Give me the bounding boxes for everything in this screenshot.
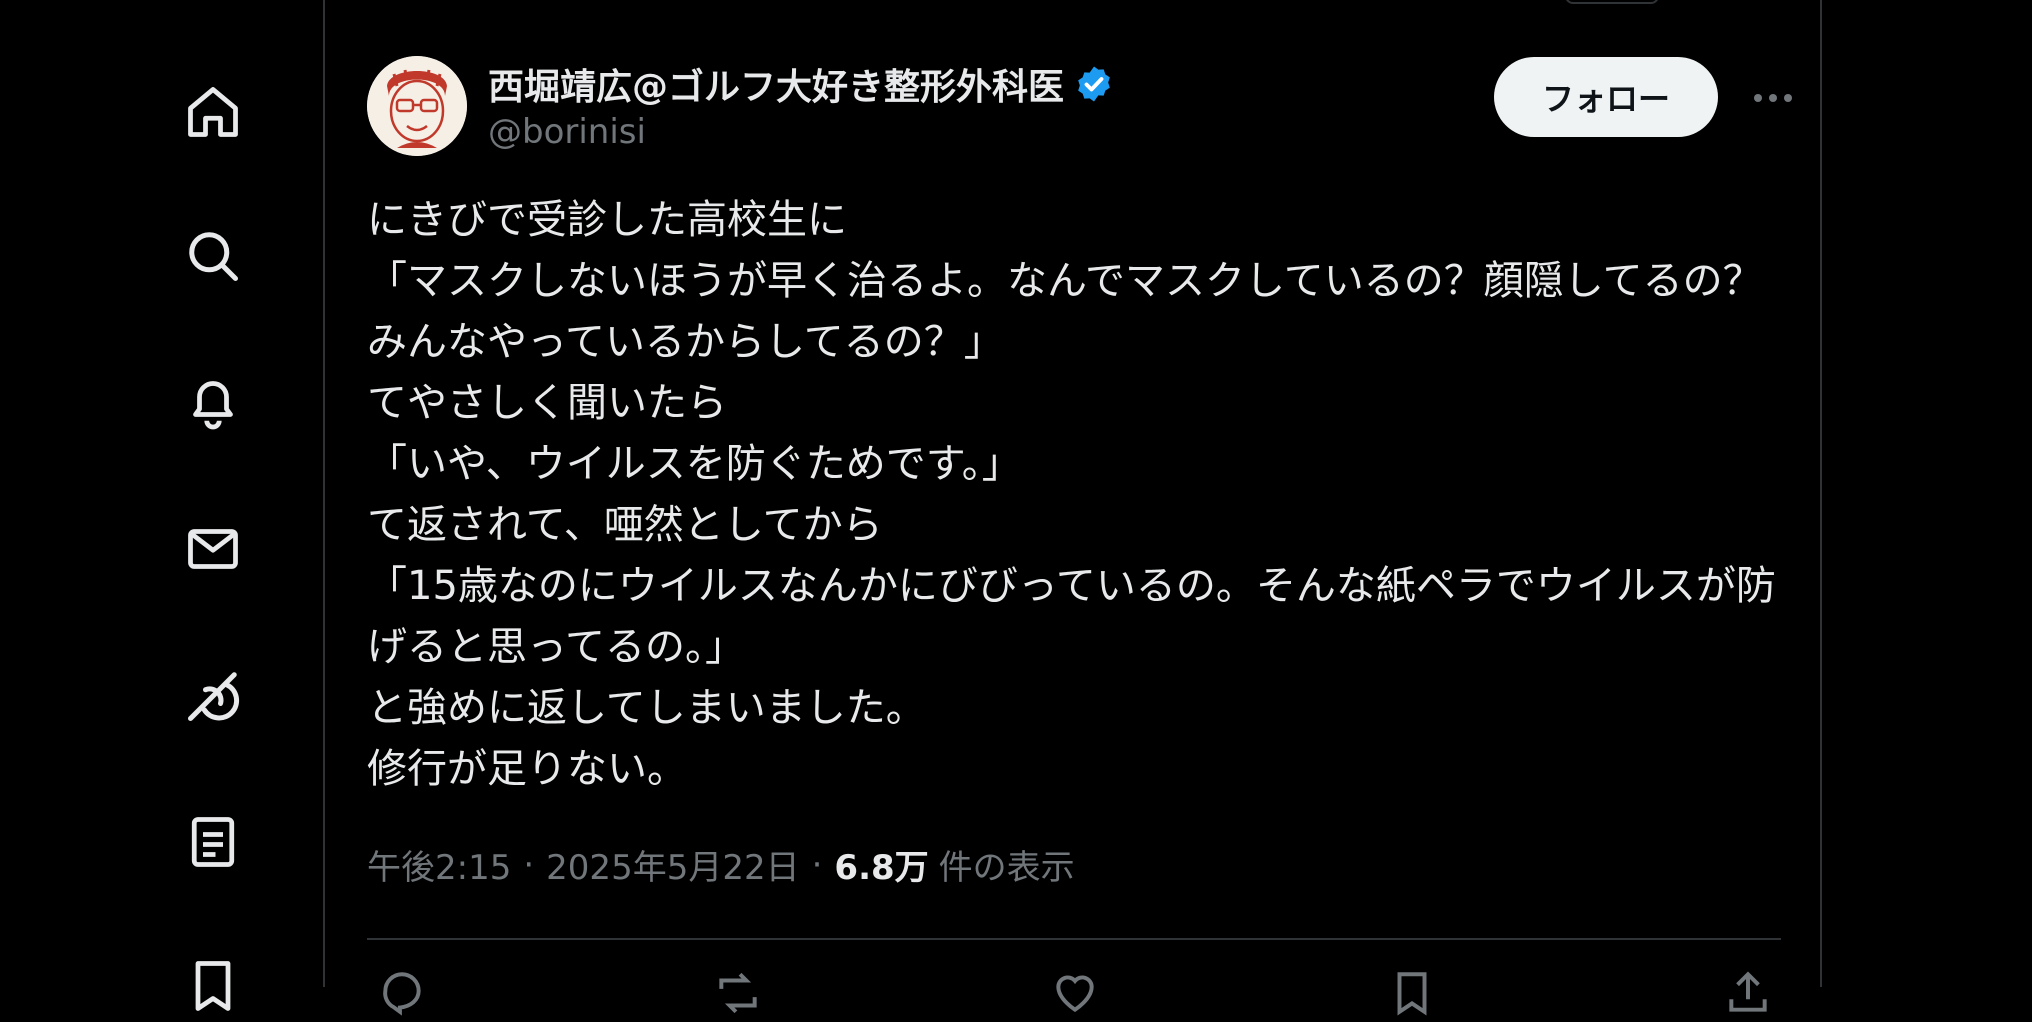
- mail-icon[interactable]: [177, 513, 249, 585]
- more-options-icon[interactable]: [1743, 80, 1803, 116]
- tweet-detail-column: 西堀靖広@ゴルフ大好き整形外科医 @borinisi フォロー にきびで受診した…: [323, 0, 1822, 1016]
- bookmark-action-icon[interactable]: [1387, 968, 1437, 1016]
- bookmark-icon[interactable]: [177, 950, 249, 1022]
- tweet-text: にきびで受診した高校生に 「マスクしないほうが早く治るよ。なんでマスクしているの…: [367, 197, 1776, 792]
- tweet-date[interactable]: 2025年5月22日: [546, 840, 799, 889]
- avatar[interactable]: [367, 56, 467, 156]
- separator-dot: ·: [811, 844, 823, 885]
- grok-icon[interactable]: [177, 660, 249, 732]
- bell-icon[interactable]: [177, 366, 249, 438]
- view-count-label: 件の表示: [938, 848, 1075, 888]
- search-icon[interactable]: [177, 220, 249, 292]
- reply-icon[interactable]: [377, 968, 427, 1016]
- previous-element-edge: [1565, 0, 1659, 4]
- repost-icon[interactable]: [713, 968, 763, 1014]
- verified-badge-icon[interactable]: [1074, 64, 1114, 104]
- follow-button[interactable]: フォロー: [1494, 57, 1718, 137]
- author-handle[interactable]: @borinisi: [488, 112, 646, 152]
- tweet-metadata: 午後2:15 · 2025年5月22日 · 6.8万 件の表示: [367, 840, 1075, 889]
- view-count: 6.8万: [834, 848, 929, 888]
- author-display-name[interactable]: 西堀靖広@ゴルフ大好き整形外科医: [488, 58, 1064, 110]
- author-name-row[interactable]: 西堀靖広@ゴルフ大好き整形外科医: [488, 58, 1114, 110]
- home-icon[interactable]: [177, 76, 249, 148]
- lists-icon[interactable]: [177, 806, 249, 878]
- tweet-time[interactable]: 午後2:15: [367, 840, 511, 889]
- like-icon[interactable]: [1050, 968, 1100, 1013]
- divider: [367, 938, 1781, 940]
- sidebar-nav: [0, 0, 323, 1011]
- separator-dot: ·: [523, 844, 535, 885]
- share-icon[interactable]: [1723, 968, 1773, 1012]
